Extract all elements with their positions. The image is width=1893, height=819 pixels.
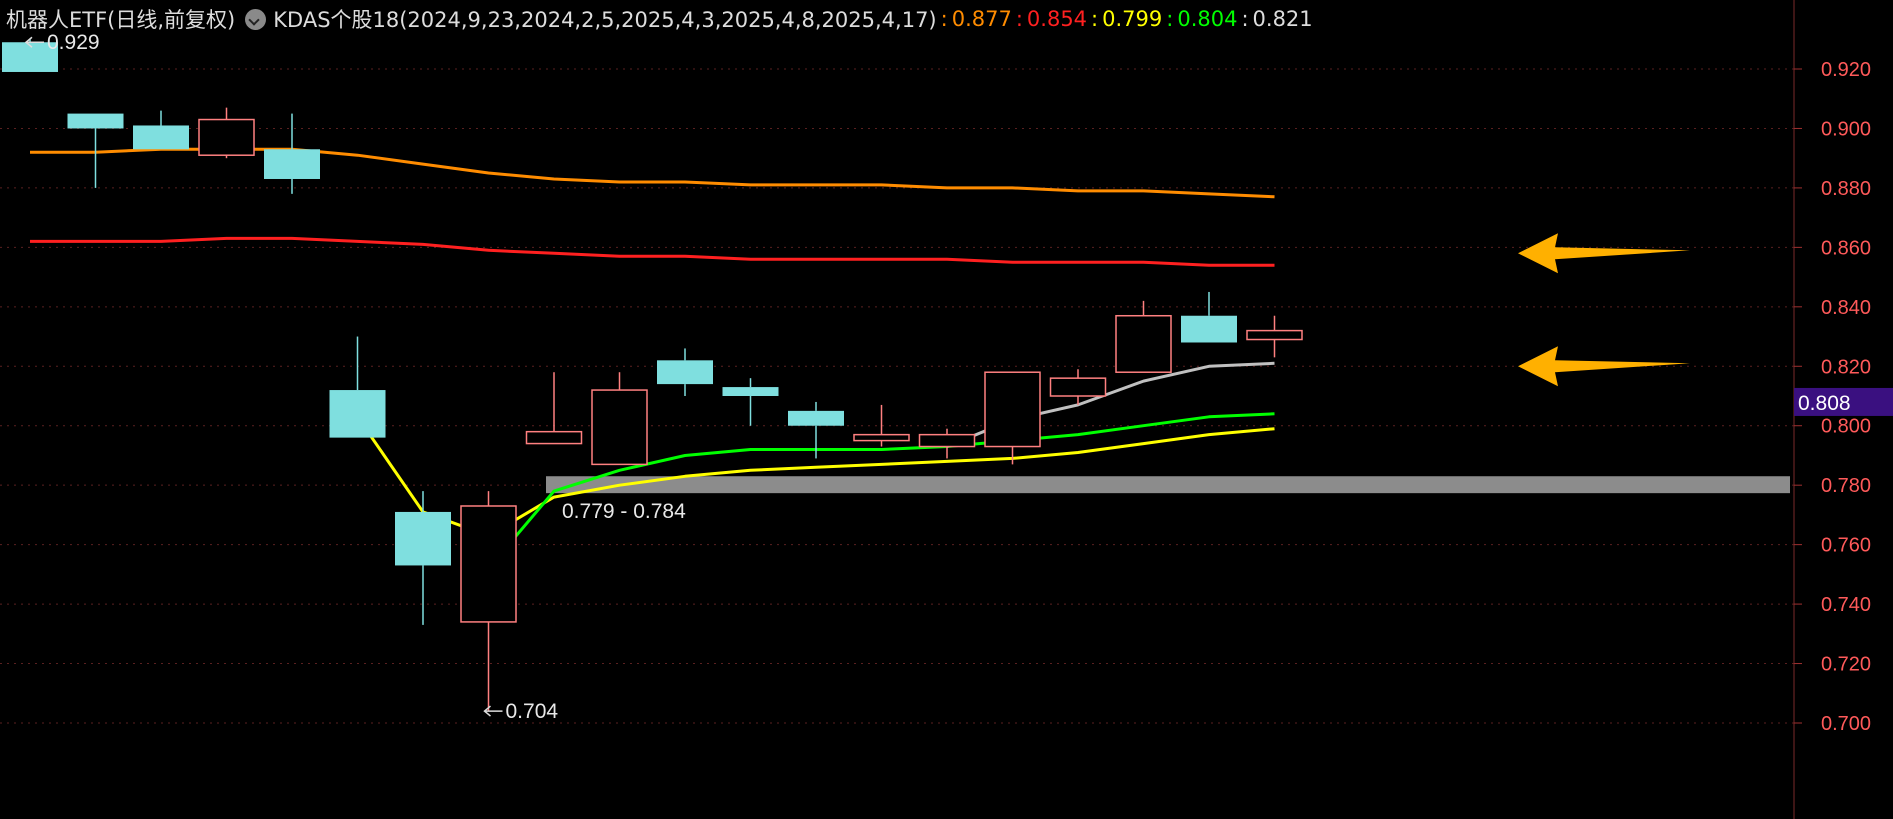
candle-body-down (329, 390, 386, 438)
y-tick-label: 0.860 (1821, 237, 1871, 259)
arrow-icon (1518, 233, 1690, 274)
indicator-values: :0.877:0.854:0.799:0.804:0.821 (937, 7, 1313, 31)
candle-body-up (1049, 377, 1107, 397)
candle[interactable] (1181, 291, 1237, 343)
y-tick-label: 0.920 (1821, 59, 1871, 81)
candle-body-down (67, 113, 124, 129)
candle[interactable] (722, 378, 779, 426)
price-axis: 0.920 0.900 0.880 0.860 0.840 0.820 0.800 0.780… (1793, 0, 1893, 819)
annotation-label: 0.929 (47, 31, 100, 54)
candle-body-up (918, 433, 976, 448)
y-tick-label: 0.840 (1821, 297, 1871, 319)
candle-body-down (1181, 315, 1237, 343)
annotation-label: 0.704 (506, 700, 559, 723)
candle-body-up (853, 433, 910, 442)
indicator-value-5: 0.821 (1252, 7, 1313, 31)
current-price-label: 0.808 (1798, 392, 1851, 415)
instrument-title: 机器人ETF(日线,前复权) (6, 8, 236, 32)
candle[interactable] (395, 491, 451, 625)
candle-body-down (264, 149, 320, 179)
chart-header: 机器人ETF(日线,前复权) KDAS个股18(2024,9,23,2024,2… (6, 6, 1313, 32)
indicator-dropdown-icon[interactable] (245, 8, 267, 30)
indicator-name: KDAS个股18(2024,9,23,2024,2,5,2025,4,3,202… (273, 8, 937, 32)
support-bar (546, 476, 1790, 494)
y-tick-label: 0.800 (1821, 416, 1871, 438)
candle[interactable] (460, 491, 517, 712)
support-zone: 0.779 - 0.784 (546, 476, 1790, 523)
indicator-line (30, 236, 1275, 267)
candle-body-up (525, 430, 583, 445)
indicator-line (30, 147, 1275, 199)
candle-body-up (1115, 314, 1172, 373)
candle-body-up (591, 389, 648, 466)
candle-body-down (133, 125, 189, 150)
y-tick-label: 0.820 (1821, 356, 1871, 378)
y-tick-label: 0.780 (1821, 475, 1871, 497)
candle[interactable] (264, 113, 320, 194)
candle-body-down (788, 410, 844, 426)
value-separator: : (940, 7, 948, 31)
support-zone-label: 0.779 - 0.784 (562, 500, 686, 523)
value-separator: : (1241, 7, 1249, 31)
indicator-value-4: 0.804 (1177, 7, 1238, 31)
indicator-value-2: 0.854 (1026, 7, 1088, 31)
candle-body-down (657, 360, 713, 385)
arrow-icon (1518, 346, 1690, 387)
candle-body-down (722, 387, 779, 396)
candle[interactable] (525, 372, 583, 445)
candle[interactable] (591, 372, 648, 466)
candle-body-up (1246, 329, 1303, 341)
value-separator: : (1166, 7, 1174, 31)
annotation-arrows (1518, 233, 1690, 387)
candles[interactable] (2, 39, 1303, 712)
y-tick-label: 0.880 (1821, 178, 1871, 200)
candle[interactable] (918, 428, 976, 459)
candle[interactable] (657, 348, 713, 396)
y-tick-label: 0.900 (1821, 118, 1871, 140)
candle[interactable] (1115, 300, 1172, 373)
candle-body-up (460, 505, 517, 623)
indicator-value-1: 0.877 (951, 7, 1012, 31)
y-tick-label: 0.700 (1821, 713, 1871, 735)
y-tick-label: 0.740 (1821, 594, 1871, 616)
candle-body-down (395, 511, 451, 566)
candle[interactable] (133, 110, 189, 150)
candle[interactable] (198, 107, 255, 159)
kline-chart[interactable]: 0.779 - 0.784 0.929 0.704 0.920 0.900 0.880… (0, 0, 1893, 819)
candle-body-up (984, 371, 1041, 448)
value-separator: : (1091, 7, 1099, 31)
candle[interactable] (984, 371, 1041, 465)
candle[interactable] (1049, 369, 1107, 405)
y-tick-label: 0.760 (1821, 535, 1871, 557)
candle[interactable] (1246, 315, 1303, 358)
candle-body-up (198, 118, 255, 156)
candle[interactable] (329, 336, 386, 438)
y-tick-label: 0.720 (1821, 654, 1871, 676)
value-separator: : (1015, 7, 1023, 31)
indicator-value-3: 0.799 (1102, 7, 1163, 31)
